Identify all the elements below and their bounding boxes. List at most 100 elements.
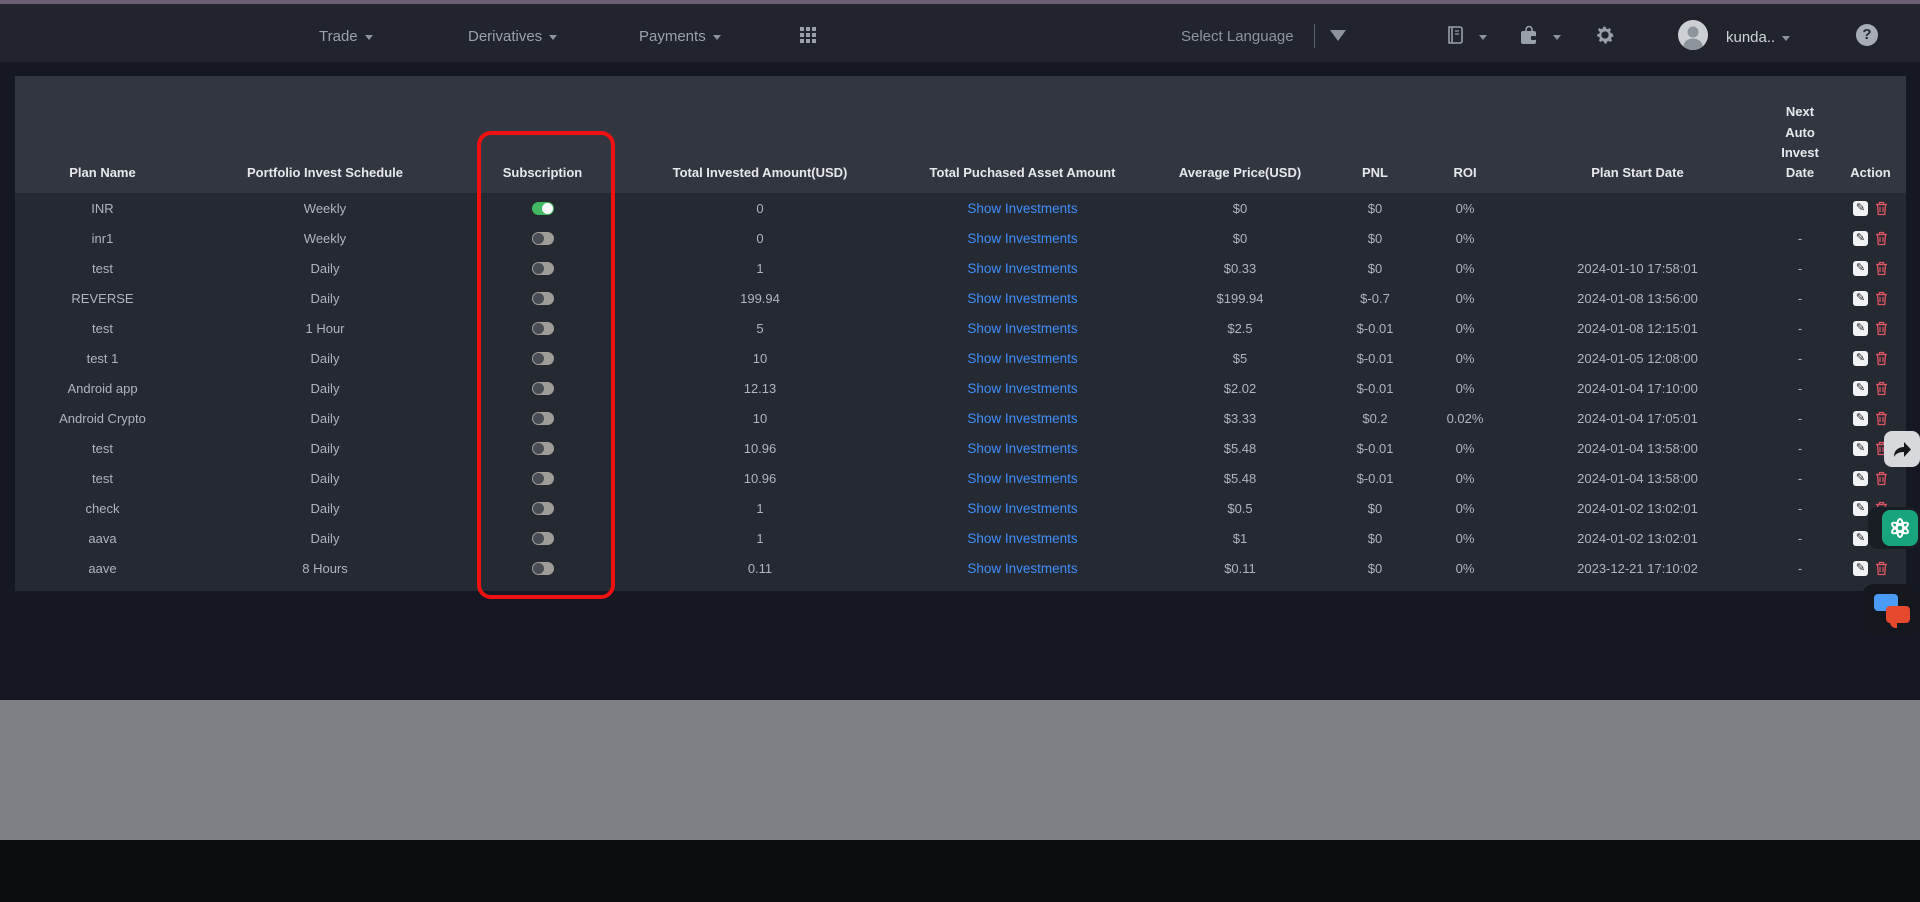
next-date-cell: -: [1797, 500, 1803, 516]
trash-icon[interactable]: [1875, 201, 1888, 216]
table-header: Plan Name Portfolio Invest Schedule Subs…: [15, 76, 1906, 193]
roi-cell: 0%: [1455, 290, 1475, 306]
schedule-cell: Weekly: [303, 230, 347, 246]
show-investments-link[interactable]: Show Investments: [967, 561, 1077, 576]
subscription-cell: [460, 313, 625, 343]
schedule-cell: Daily: [310, 410, 340, 426]
menu-trade[interactable]: Trade: [319, 28, 373, 45]
subscription-toggle[interactable]: [531, 561, 554, 575]
share-arrow-icon[interactable]: [1884, 431, 1920, 467]
edit-icon[interactable]: ✎: [1853, 410, 1868, 426]
edit-icon[interactable]: ✎: [1853, 290, 1868, 306]
subscription-toggle[interactable]: [531, 441, 554, 455]
show-investments-link[interactable]: Show Investments: [967, 261, 1077, 276]
apps-grid-icon[interactable]: [800, 27, 816, 43]
start-date-cell: 2023-12-21 17:10:02: [1577, 560, 1698, 576]
col-header-schedule: Portfolio Invest Schedule: [246, 164, 404, 180]
wallet-icon[interactable]: [1518, 25, 1540, 47]
show-investments-link[interactable]: Show Investments: [967, 231, 1077, 246]
subscription-toggle[interactable]: [531, 471, 554, 485]
subscription-toggle[interactable]: [531, 351, 554, 365]
subscription-toggle[interactable]: [531, 411, 554, 425]
subscription-toggle[interactable]: [531, 321, 554, 335]
edit-icon[interactable]: ✎: [1853, 500, 1868, 516]
schedule-cell: Daily: [310, 500, 340, 516]
plan-name-cell: test: [92, 470, 113, 486]
menu-payments[interactable]: Payments: [639, 28, 721, 45]
trash-icon[interactable]: [1875, 351, 1888, 366]
edit-icon[interactable]: ✎: [1853, 350, 1868, 366]
subscription-toggle[interactable]: [531, 501, 554, 515]
orderbook-icon[interactable]: [1446, 25, 1468, 45]
plan-name-cell: Android Crypto: [59, 410, 146, 426]
subscription-cell: [460, 403, 625, 433]
roi-cell: 0%: [1455, 200, 1475, 216]
avatar[interactable]: [1678, 20, 1708, 50]
edit-icon[interactable]: ✎: [1853, 200, 1868, 216]
trash-icon[interactable]: [1875, 561, 1888, 576]
show-investments-link[interactable]: Show Investments: [967, 411, 1077, 426]
roi-cell: 0%: [1455, 560, 1475, 576]
table-row: Android app Daily 12.13 Show Investments…: [15, 373, 1906, 403]
edit-icon[interactable]: ✎: [1853, 230, 1868, 246]
subscription-toggle[interactable]: [531, 201, 554, 215]
purchased-cell: Show Investments: [895, 553, 1150, 583]
language-dropdown-icon[interactable]: [1330, 30, 1346, 41]
help-icon[interactable]: ?: [1856, 24, 1878, 46]
subscription-toggle[interactable]: [531, 381, 554, 395]
gear-icon[interactable]: [1594, 24, 1616, 46]
edit-icon[interactable]: ✎: [1853, 560, 1868, 576]
avg-price-cell: $1: [1232, 530, 1248, 546]
chevron-down-icon: [364, 34, 373, 40]
subscription-toggle[interactable]: [531, 291, 554, 305]
trash-icon[interactable]: [1875, 411, 1888, 426]
edit-icon[interactable]: ✎: [1853, 380, 1868, 396]
chevron-down-icon: [1479, 35, 1487, 40]
show-investments-link[interactable]: Show Investments: [967, 501, 1077, 516]
chat-bubbles-icon[interactable]: [1862, 584, 1920, 636]
show-investments-link[interactable]: Show Investments: [967, 351, 1077, 366]
show-investments-link[interactable]: Show Investments: [967, 381, 1077, 396]
show-investments-link[interactable]: Show Investments: [967, 471, 1077, 486]
next-date-cell: -: [1797, 350, 1803, 366]
user-menu[interactable]: kunda..: [1726, 29, 1791, 46]
table-row: inr1 Weekly 0 Show Investments $0 $0 0% …: [15, 223, 1906, 253]
edit-icon[interactable]: ✎: [1853, 320, 1868, 336]
edit-icon[interactable]: ✎: [1853, 530, 1868, 546]
action-cell: ✎: [1835, 313, 1906, 343]
trash-icon[interactable]: [1875, 261, 1888, 276]
plan-name-cell: test: [92, 260, 113, 276]
next-date-cell: -: [1797, 380, 1803, 396]
menu-derivatives[interactable]: Derivatives: [468, 28, 558, 45]
col-header-start-date: Plan Start Date: [1591, 164, 1684, 180]
trash-icon[interactable]: [1875, 381, 1888, 396]
edit-icon[interactable]: ✎: [1853, 440, 1868, 456]
show-investments-link[interactable]: Show Investments: [967, 321, 1077, 336]
edit-icon[interactable]: ✎: [1853, 260, 1868, 276]
show-investments-link[interactable]: Show Investments: [967, 291, 1077, 306]
invested-cell: 0: [756, 200, 764, 216]
chatgpt-icon[interactable]: [1882, 510, 1918, 546]
subscription-toggle[interactable]: [531, 261, 554, 275]
plan-name-cell: INR: [91, 200, 114, 216]
col-header-plan-name: Plan Name: [69, 164, 136, 180]
avg-price-cell: $5: [1232, 350, 1248, 366]
show-investments-link[interactable]: Show Investments: [967, 531, 1077, 546]
trash-icon[interactable]: [1875, 231, 1888, 246]
invested-cell: 0: [756, 230, 764, 246]
show-investments-link[interactable]: Show Investments: [967, 441, 1077, 456]
purchased-cell: Show Investments: [895, 493, 1150, 523]
trash-icon[interactable]: [1875, 321, 1888, 336]
pnl-cell: $0: [1367, 500, 1383, 516]
show-investments-link[interactable]: Show Investments: [967, 201, 1077, 216]
trash-icon[interactable]: [1875, 471, 1888, 486]
trash-icon[interactable]: [1875, 291, 1888, 306]
subscription-toggle[interactable]: [531, 531, 554, 545]
edit-icon[interactable]: ✎: [1853, 470, 1868, 486]
subscription-toggle[interactable]: [531, 231, 554, 245]
roi-cell: 0%: [1455, 230, 1475, 246]
roi-cell: 0%: [1455, 530, 1475, 546]
invested-cell: 199.94: [740, 290, 780, 306]
language-selector[interactable]: Select Language: [1181, 28, 1294, 45]
col-header-action: Action: [1850, 164, 1891, 180]
